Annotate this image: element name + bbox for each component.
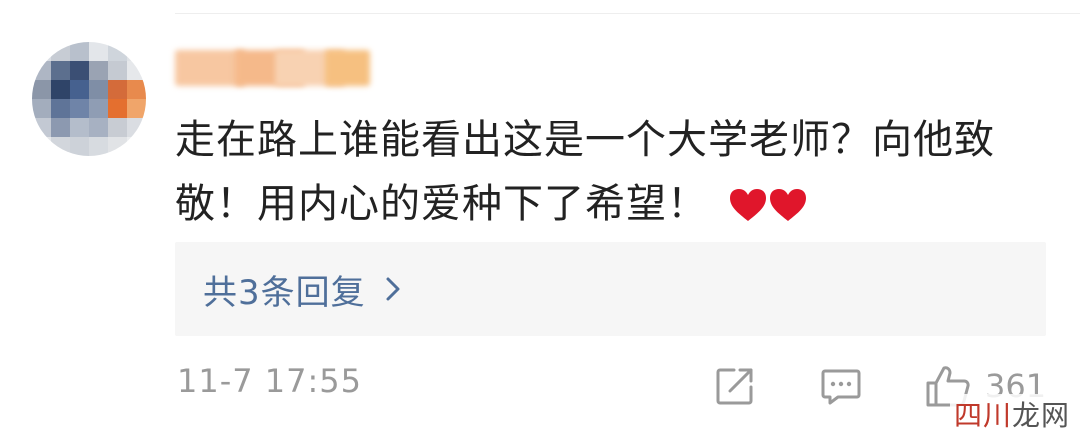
view-replies-button[interactable]: 共3条回复 [175, 242, 1046, 336]
comment-text: 走在路上谁能看出这是一个大学老师？向他致敬！用内心的爱种下了希望！ [175, 108, 1045, 242]
avatar[interactable] [32, 42, 146, 156]
timestamp: 11-7 17:55 [177, 362, 363, 400]
comment-button[interactable] [820, 364, 862, 408]
heart-icon [770, 189, 806, 221]
replies-label: 共3条回复 [203, 272, 366, 313]
username-blurred[interactable] [175, 44, 375, 92]
chevron-right-icon [384, 275, 402, 303]
comment-body: 走在路上谁能看出这是一个大学老师？向他致敬！用内心的爱种下了希望！ [175, 117, 995, 227]
share-button[interactable] [714, 364, 756, 408]
share-icon [716, 368, 753, 405]
comment-card: 走在路上谁能看出这是一个大学老师？向他致敬！用内心的爱种下了希望！ 共3条回复 … [0, 0, 1080, 442]
divider [175, 13, 1080, 14]
watermark: 四川龙网 [949, 394, 1074, 434]
heart-emoji [728, 178, 808, 242]
comment-icon [821, 369, 861, 405]
heart-icon [730, 189, 766, 221]
